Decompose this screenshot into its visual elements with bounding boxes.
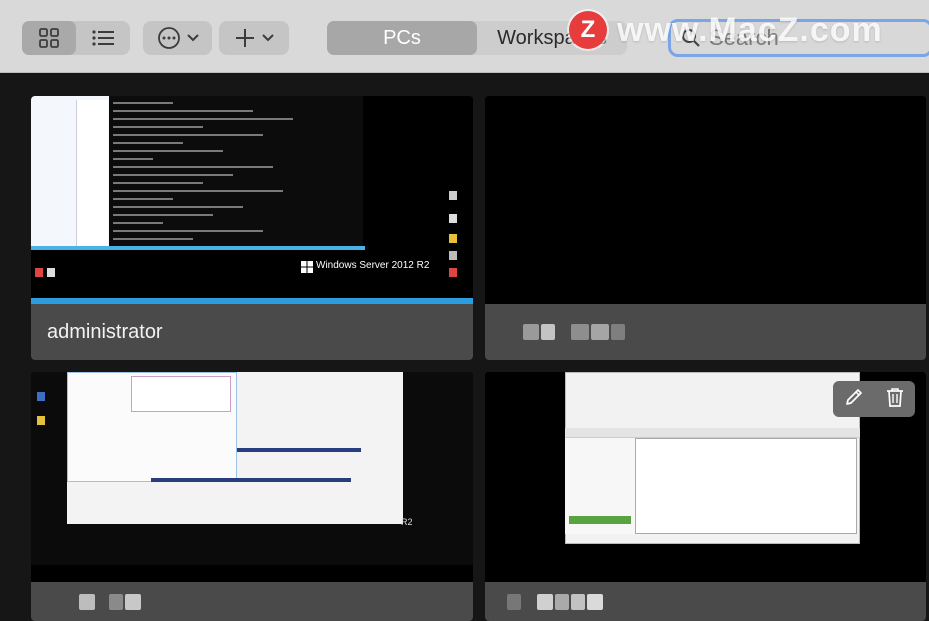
pc-card[interactable]: R2 bbox=[31, 372, 473, 621]
ellipsis-circle-icon bbox=[157, 27, 180, 49]
redacted-text bbox=[591, 324, 609, 340]
add-button[interactable] bbox=[219, 21, 289, 55]
log-pane bbox=[635, 438, 857, 534]
terminal-line bbox=[113, 214, 213, 216]
redacted-text bbox=[571, 324, 589, 340]
terminal-line bbox=[113, 118, 293, 120]
desktop-icon bbox=[35, 268, 43, 277]
list-icon bbox=[92, 30, 114, 46]
card-footer bbox=[31, 582, 473, 621]
delete-button[interactable] bbox=[886, 387, 904, 412]
terminal-line bbox=[113, 230, 263, 232]
pc-thumbnail: R2 bbox=[31, 372, 473, 565]
more-options-inner[interactable] bbox=[143, 21, 212, 55]
table-header bbox=[237, 448, 361, 452]
desktop-icon bbox=[37, 392, 45, 401]
redacted-text bbox=[537, 593, 553, 610]
pc-card[interactable] bbox=[485, 96, 926, 360]
desktop-icon bbox=[47, 268, 55, 277]
pencil-icon bbox=[846, 388, 862, 405]
terminal-line bbox=[113, 166, 273, 168]
explorer-pane bbox=[76, 100, 108, 246]
terminal-line bbox=[113, 102, 173, 104]
redacted-text bbox=[109, 593, 123, 610]
terminal-window bbox=[109, 96, 363, 248]
desktop-icon bbox=[449, 214, 457, 223]
edit-button[interactable] bbox=[844, 387, 864, 412]
chevron-down-icon bbox=[186, 34, 199, 42]
chevron-down-icon bbox=[262, 34, 274, 42]
redacted-text bbox=[125, 593, 141, 610]
pc-thumbnail bbox=[485, 96, 926, 304]
terminal-line bbox=[113, 222, 163, 224]
terminal-line bbox=[113, 126, 203, 128]
redacted-text bbox=[571, 593, 585, 610]
trash-icon bbox=[887, 387, 903, 407]
tab-pcs[interactable]: PCs bbox=[327, 21, 477, 55]
watermark: Z www.MacZ.com bbox=[569, 6, 883, 54]
card-actions bbox=[833, 381, 915, 417]
redacted-text bbox=[555, 593, 569, 610]
desktop-icon bbox=[37, 416, 45, 425]
table-header bbox=[151, 478, 351, 482]
grid-icon bbox=[39, 28, 59, 48]
terminal-line bbox=[113, 190, 283, 192]
os-caption: R2 bbox=[401, 517, 413, 527]
watermark-logo: Z bbox=[569, 11, 607, 49]
redacted-text bbox=[611, 324, 625, 340]
redacted-text bbox=[523, 324, 539, 340]
app-button bbox=[569, 516, 631, 524]
windows-logo-icon bbox=[301, 261, 313, 273]
more-options-button[interactable] bbox=[143, 21, 212, 55]
task-manager-graph bbox=[131, 376, 231, 412]
terminal-line bbox=[113, 238, 193, 240]
grid-view-button[interactable] bbox=[22, 21, 76, 55]
card-footer bbox=[485, 304, 926, 360]
toolbar: PCs Workspaces Z www.MacZ.com bbox=[0, 0, 929, 73]
terminal-line bbox=[113, 182, 203, 184]
app-toolbar bbox=[565, 428, 860, 438]
terminal-line bbox=[113, 142, 183, 144]
watermark-text: www.MacZ.com bbox=[617, 10, 883, 49]
terminal-line bbox=[113, 206, 243, 208]
redacted-text bbox=[587, 593, 603, 610]
list-view-button[interactable] bbox=[76, 21, 130, 55]
view-mode-segment bbox=[22, 21, 130, 55]
desktop-icon bbox=[449, 191, 457, 200]
redacted-text bbox=[541, 324, 555, 340]
terminal-line bbox=[113, 134, 263, 136]
plus-icon bbox=[236, 29, 254, 47]
card-title: administrator bbox=[47, 320, 163, 343]
terminal-line bbox=[113, 174, 233, 176]
pc-thumbnail: Windows Server 2012 R2 bbox=[31, 96, 473, 304]
terminal-border bbox=[31, 246, 365, 250]
desktop-icon bbox=[449, 268, 457, 277]
redacted-text bbox=[79, 593, 95, 610]
pc-card[interactable]: Windows Server 2012 R2 administrator bbox=[31, 96, 473, 360]
terminal-line bbox=[113, 150, 223, 152]
desktop-icon bbox=[449, 234, 457, 243]
terminal-line bbox=[113, 110, 253, 112]
terminal-line bbox=[113, 158, 153, 160]
terminal-line bbox=[113, 198, 173, 200]
desktop-icon bbox=[449, 251, 457, 260]
redacted-text bbox=[507, 593, 521, 610]
card-footer bbox=[485, 582, 926, 621]
os-caption: Windows Server 2012 R2 bbox=[316, 260, 430, 271]
card-footer: administrator bbox=[31, 304, 473, 360]
add-button-inner[interactable] bbox=[219, 21, 289, 55]
